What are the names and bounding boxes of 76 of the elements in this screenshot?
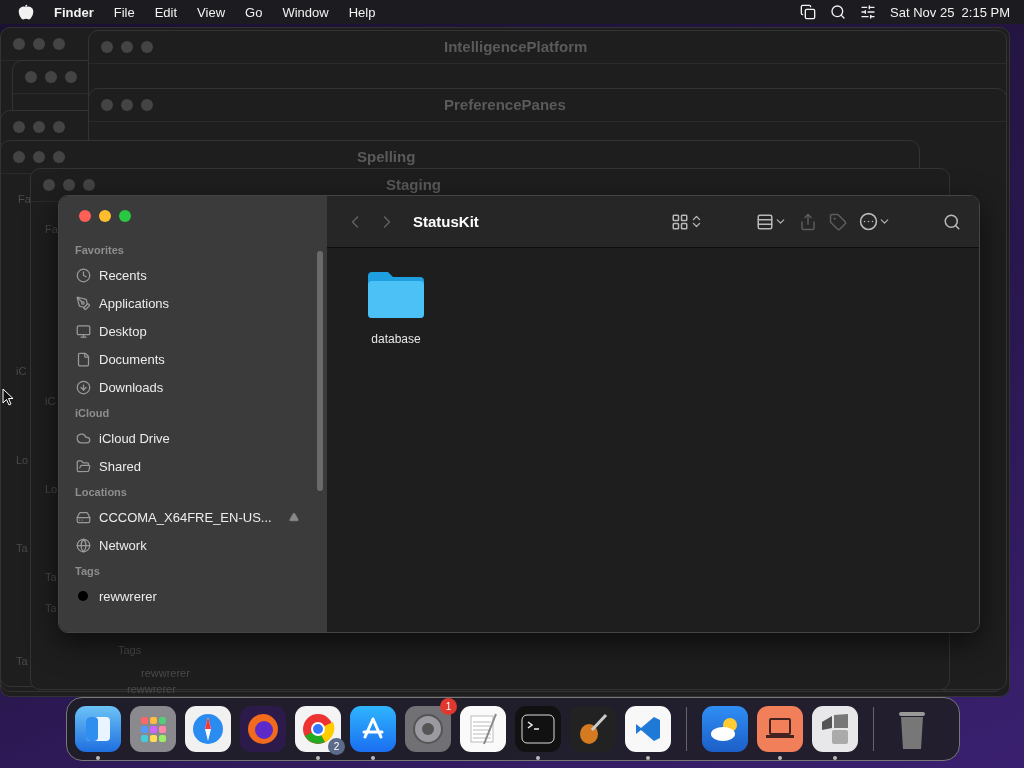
- sidebar-item[interactable]: iCloud Drive: [75, 424, 307, 452]
- weather-icon[interactable]: [702, 706, 748, 752]
- cloud-icon: [75, 430, 91, 446]
- window-title: PreferencePanes: [444, 96, 566, 113]
- item-label: Recents: [99, 267, 147, 283]
- sidebar-item[interactable]: CCCOMA_X64FRE_EN-US...: [75, 503, 307, 531]
- pen-icon: [75, 295, 91, 311]
- section-heading: iCloud: [75, 407, 111, 419]
- download-icon: [75, 379, 91, 395]
- guitar-icon[interactable]: [570, 706, 616, 752]
- badge: 1: [440, 698, 457, 715]
- globe-icon: [75, 537, 91, 553]
- screen-mirroring-icon[interactable]: [800, 4, 817, 20]
- fox-icon[interactable]: [240, 706, 286, 752]
- cursor-icon: [2, 388, 14, 406]
- monitor-icon: [75, 323, 91, 339]
- item-label: CCCOMA_X64FRE_EN-US...: [99, 509, 272, 525]
- section-heading: Locations: [75, 486, 128, 498]
- sidebar-item[interactable]: Downloads: [75, 373, 307, 401]
- sidebar-item[interactable]: rewwrerer: [75, 582, 307, 610]
- grid-view-icon[interactable]: [671, 212, 689, 231]
- item-label: iCloud Drive: [99, 430, 170, 446]
- search-icon[interactable]: [943, 212, 961, 231]
- sidebar-item[interactable]: Network: [75, 531, 307, 559]
- item-label: Shared: [99, 458, 141, 474]
- group-icon[interactable]: [756, 212, 774, 231]
- window-title: Staging: [386, 176, 441, 193]
- control-center-icon[interactable]: [860, 4, 877, 20]
- menu-item[interactable]: Edit: [154, 4, 178, 20]
- folder-icon: [366, 270, 426, 320]
- item-label: Documents: [99, 351, 165, 367]
- sidebar-item[interactable]: Applications: [75, 289, 307, 317]
- item-label: Network: [99, 537, 147, 553]
- menu-item[interactable]: File: [113, 4, 135, 20]
- sidebar-item[interactable]: Shared: [75, 452, 307, 480]
- search-icon[interactable]: [830, 4, 847, 20]
- more-icon[interactable]: [859, 212, 878, 231]
- app-store-icon[interactable]: [350, 706, 396, 752]
- menu-item[interactable]: View: [197, 4, 226, 20]
- apple-icon[interactable]: [18, 4, 34, 20]
- section-heading: Favorites: [75, 244, 125, 256]
- item-label: rewwrerer: [99, 588, 157, 604]
- close-button[interactable]: [79, 210, 91, 222]
- item-label: Applications: [99, 295, 170, 311]
- menu-item[interactable]: Help: [348, 4, 376, 20]
- code-editor-icon[interactable]: [625, 706, 671, 752]
- minimize-button[interactable]: [99, 210, 111, 222]
- item-label: Desktop: [99, 323, 147, 339]
- item-label: Downloads: [99, 379, 164, 395]
- laptop-icon[interactable]: [757, 706, 803, 752]
- scroll-bar[interactable]: [317, 251, 323, 491]
- file-name: database: [371, 332, 421, 346]
- terminal-icon[interactable]: [515, 706, 561, 752]
- badge: 2: [328, 738, 345, 755]
- menu-clock[interactable]: Sat Nov 25 2:15 PM: [890, 4, 1010, 20]
- browser-icon[interactable]: [295, 706, 341, 752]
- sidebar-item[interactable]: Desktop: [75, 317, 307, 345]
- menu-item[interactable]: Finder: [54, 4, 94, 20]
- section-heading: Tags: [75, 565, 101, 577]
- sidebar-item[interactable]: Documents: [75, 345, 307, 373]
- window-title: StatusKit: [413, 213, 479, 230]
- window-title: IntelligencePlatform: [444, 38, 588, 55]
- compass-icon[interactable]: [185, 706, 231, 752]
- zoom-button[interactable]: [119, 210, 131, 222]
- document-icon: [75, 351, 91, 367]
- eject-icon[interactable]: [289, 512, 299, 522]
- folder-item[interactable]: database: [347, 266, 445, 350]
- menu-item[interactable]: Go: [245, 4, 263, 20]
- grid-icon[interactable]: [130, 706, 176, 752]
- notepad-icon[interactable]: [460, 706, 506, 752]
- window-title: Spelling: [357, 148, 416, 165]
- folder-icon: [75, 458, 91, 474]
- drive-icon: [75, 509, 91, 525]
- menu-item[interactable]: Window: [282, 4, 329, 20]
- clock-icon: [75, 267, 91, 283]
- sidebar-item[interactable]: Recents: [75, 261, 307, 289]
